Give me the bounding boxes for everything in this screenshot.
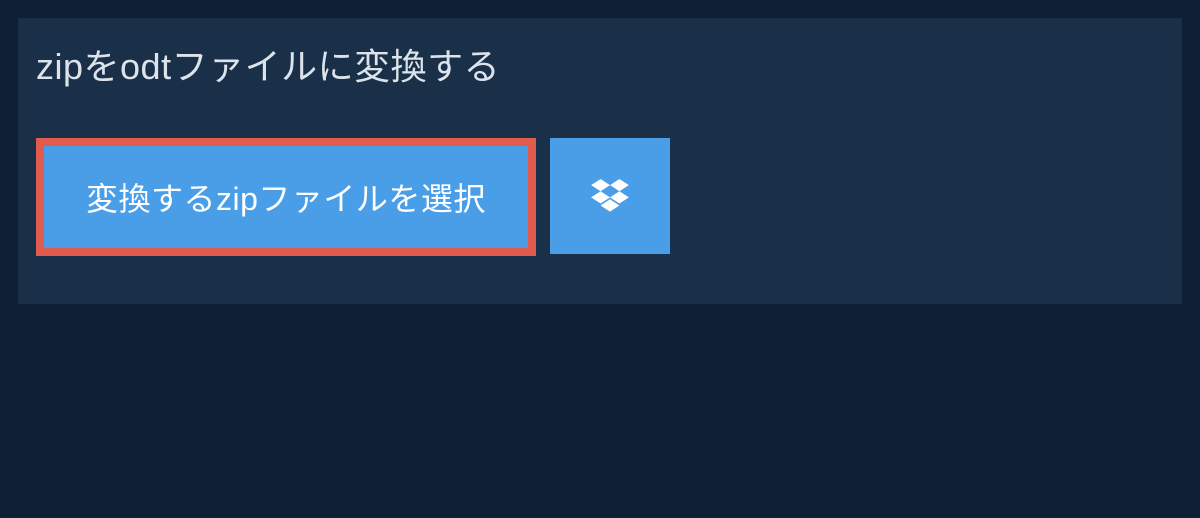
select-file-label: 変換するzipファイルを選択 — [86, 174, 486, 220]
title-wrapper: zipをodtファイルに変換する — [18, 18, 526, 110]
dropbox-icon — [591, 179, 629, 213]
dropbox-button[interactable] — [550, 138, 670, 254]
select-file-button[interactable]: 変換するzipファイルを選択 — [36, 138, 536, 256]
page-title: zipをodtファイルに変換する — [36, 38, 500, 90]
button-row: 変換するzipファイルを選択 — [18, 110, 1182, 256]
converter-panel: zipをodtファイルに変換する 変換するzipファイルを選択 — [18, 18, 1182, 304]
